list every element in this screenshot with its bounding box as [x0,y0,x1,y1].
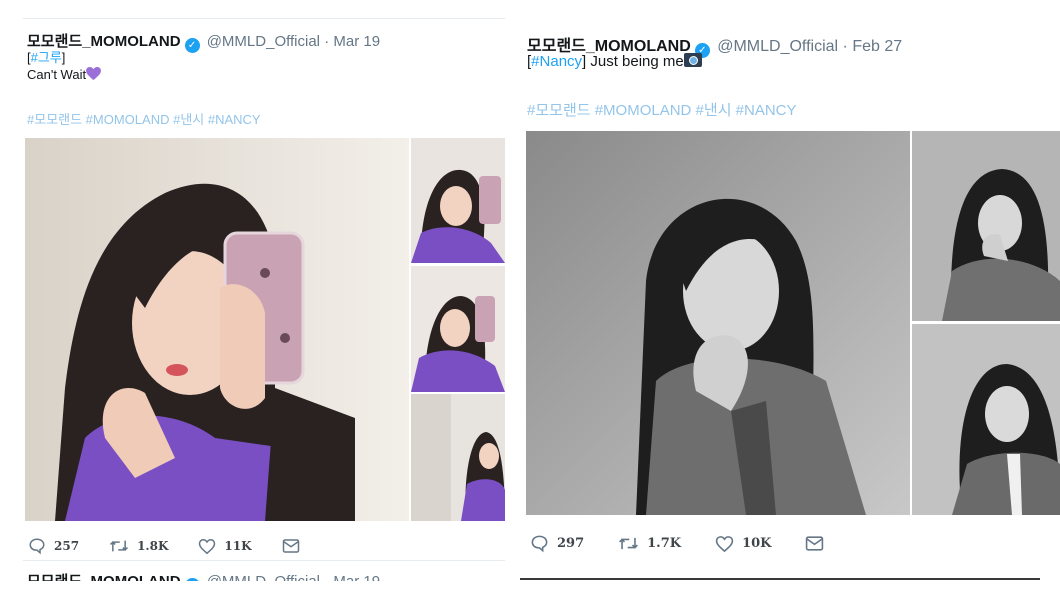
tweet-text: [#Nancy] Just being me [527,52,702,72]
direct-message-icon [806,536,824,551]
like-button[interactable]: 11K [198,538,252,555]
author-handle[interactable]: @MMLD_Official [207,33,320,50]
retweet-button[interactable]: 1.7K [618,534,681,553]
camera-emoji-icon [683,53,702,67]
hashtag-line[interactable]: #모모랜드 #MOMOLAND #낸시 #NANCY [27,109,261,128]
tweet-divider [23,560,505,561]
direct-message-icon [282,539,299,553]
tweet-divider [23,18,505,19]
tweet-photo-2[interactable] [411,138,505,263]
tweet-photo-main[interactable] [526,131,910,515]
tweet-text: [#그루] Can't Wait [27,49,102,83]
reply-button[interactable]: 297 [530,534,584,553]
like-icon [715,535,734,552]
hashtag-line[interactable]: #모모랜드 #MOMOLAND #낸시 #NANCY [527,99,797,120]
hashtag-link[interactable]: #그루 [31,50,62,65]
retweet-icon [110,540,129,552]
reply-icon [29,538,45,555]
tweet-photo-3[interactable] [411,266,505,392]
retweet-button[interactable]: 1.8K [109,537,168,555]
tweet-photo-2[interactable] [912,131,1060,321]
hashtag-link[interactable]: #Nancy [531,53,582,70]
tweet-date[interactable]: Feb 27 [852,38,902,55]
tweet-photo-main[interactable] [25,138,409,521]
direct-message-button[interactable] [805,535,824,552]
author-name[interactable]: 모모랜드_MOMOLAND [27,33,181,50]
tweet-1[interactable]: 모모랜드_MOMOLAND ✓ @MMLD_Official · Mar 19 [… [23,18,505,578]
tweet-actions: 257 1.8K 11K [28,537,330,555]
retweet-icon [619,537,639,550]
tweet-photo-3[interactable] [912,324,1060,515]
direct-message-button[interactable] [282,538,300,554]
like-button[interactable]: 10K [715,535,771,553]
tweet-actions: 297 1.7K 10K [530,534,854,553]
reply-button[interactable]: 257 [28,537,79,555]
tweet-divider [520,578,1040,580]
tweet-2[interactable]: 모모랜드_MOMOLAND ✓ @MMLD_Official · Feb 27 [… [523,18,1060,578]
tweet-date[interactable]: Mar 19 [333,33,380,50]
verified-badge-icon: ✓ [184,578,200,581]
next-tweet-header: 모모랜드_MOMOLAND✓ @MMLD_Official · Mar 19 [27,567,380,581]
like-icon [199,538,216,554]
purple-heart-emoji-icon [86,67,102,80]
verified-badge-icon: ✓ [184,38,200,53]
reply-icon [531,535,548,553]
tweet-photo-4[interactable] [411,394,505,521]
author-handle[interactable]: @MMLD_Official [717,38,838,55]
